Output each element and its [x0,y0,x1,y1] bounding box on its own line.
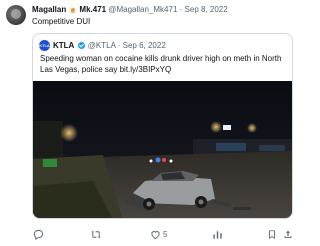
like-count: 5 [163,229,168,239]
ktla-logo: KTLA [39,40,50,51]
avatar[interactable] [6,5,26,25]
quoted-tweet-text: Speeding woman on cocaine kills drunk dr… [40,54,282,74]
separator-dot: · [179,5,183,14]
like-button[interactable]: 5 [150,226,167,242]
views-button[interactable] [212,226,223,242]
quoted-author-handle: @KTLA [87,41,116,50]
tweet-text: Competitive DUI [32,17,91,26]
retweet-icon [91,230,101,238]
author-handle[interactable]: @Magallan_Mk471 [108,5,177,14]
quoted-tweet-date: Sep 6, 2022 [122,41,166,50]
quoted-author-name: KTLA [53,41,75,50]
bar-chart-icon [213,230,222,239]
quoted-tweet[interactable]: KTLA KTLA @KTLA · Sep 6, 2022 Speeding w… [32,33,293,219]
quoted-tweet-header: KTLA @KTLA · Sep 6, 2022 [53,41,166,50]
tweet-date[interactable]: Sep 8, 2022 [185,5,228,14]
tweet-header: Magallan 🍺 Mk.471 @Magallan_Mk471 · Sep … [32,5,228,16]
heart-icon [151,230,160,239]
beer-emoji-icon: 🍺 [68,7,78,14]
reply-icon [33,229,44,240]
share-button[interactable] [283,226,293,242]
share-icon [284,230,292,238]
crash-scene-photo[interactable] [33,81,293,219]
author-name[interactable]: Magallan [32,5,66,14]
retweet-button[interactable] [90,226,102,242]
author-name-suffix[interactable]: Mk.471 [79,5,106,14]
verified-badge-icon [77,42,85,49]
tweet-actions: 5 [0,226,300,242]
reply-button[interactable] [33,226,44,242]
separator-dot: · [117,41,121,50]
bookmark-icon [269,229,275,239]
bookmark-button[interactable] [267,226,277,242]
